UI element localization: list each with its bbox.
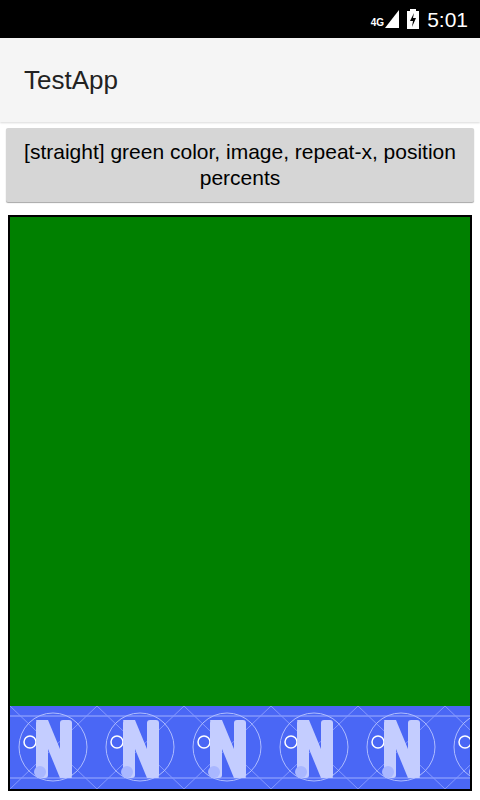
battery-icon bbox=[407, 9, 419, 29]
test-button[interactable]: [straight] green color, image, repeat-x,… bbox=[6, 128, 474, 202]
pattern-tile-icon bbox=[271, 706, 358, 789]
screen: 4G 5:01 TestApp [straight] green color, ima… bbox=[0, 0, 480, 800]
pattern-tile-icon bbox=[97, 706, 184, 789]
pattern-tile-icon bbox=[358, 706, 445, 789]
content: [straight] green color, image, repeat-x,… bbox=[0, 122, 480, 800]
clock: 5:01 bbox=[427, 9, 468, 30]
network-label: 4G bbox=[371, 18, 384, 28]
repeat-image-strip bbox=[10, 706, 470, 789]
pattern-tile-icon bbox=[184, 706, 271, 789]
signal-icon bbox=[385, 10, 399, 28]
background-panel bbox=[8, 215, 472, 791]
app-title: TestApp bbox=[24, 61, 118, 100]
status-bar: 4G 5:01 bbox=[0, 0, 480, 38]
pattern-tile-icon bbox=[10, 706, 97, 789]
signal: 4G bbox=[371, 10, 399, 28]
pattern-tile-icon bbox=[445, 706, 470, 789]
action-bar: TestApp bbox=[0, 38, 480, 122]
